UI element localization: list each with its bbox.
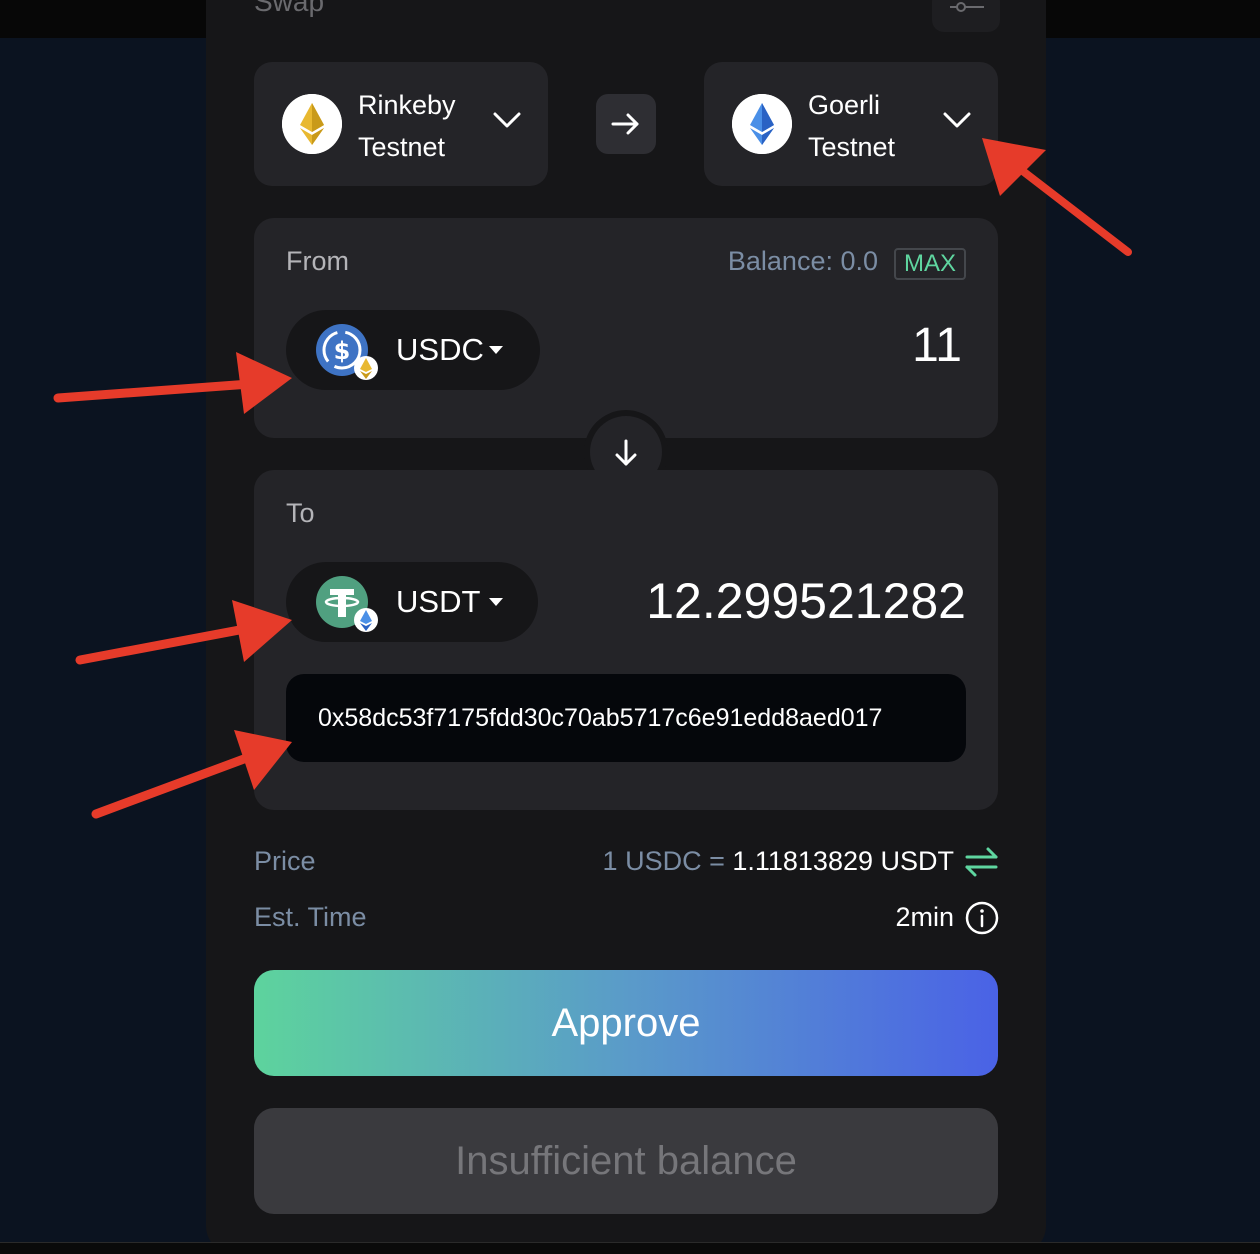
to-token-box: To USDT 12.299521282 0x58dc53f7175fdd30c… [254, 470, 998, 810]
balance-text: Balance: 0.0 [727, 246, 878, 276]
est-time-label: Est. Time [254, 902, 367, 932]
ethereum-gold-icon [282, 94, 342, 154]
from-token-selector[interactable]: $ USDC [286, 310, 540, 390]
price-prefix: 1 USDC = [602, 846, 733, 876]
to-token-symbol: USDT [396, 584, 481, 619]
from-token-box: From Balance: 0.0 MAX $ USDC 11 [254, 218, 998, 438]
est-time-value: 2min [895, 902, 954, 932]
insufficient-balance-button[interactable]: Insufficient balance [254, 1108, 998, 1214]
page-title: Swap [254, 0, 325, 17]
slider-knob-icon [956, 2, 966, 12]
max-button[interactable]: MAX [894, 248, 966, 280]
arrow-right-icon [611, 113, 639, 135]
ethereum-blue-icon [732, 94, 792, 154]
price-label: Price [254, 846, 316, 876]
price-value: 1 USDC = 1.11813829 USDT [603, 846, 954, 877]
page-bottom-edge [0, 1242, 1260, 1254]
from-chain-name-line2: Testnet [358, 132, 446, 162]
to-chain-selector[interactable]: Goerli Testnet [704, 62, 998, 186]
to-chain-name-line1: Goerli [808, 90, 881, 120]
usdt-icon [316, 576, 378, 632]
to-chain-name-line2: Testnet [808, 132, 896, 162]
from-chain-name-line1: Rinkeby [358, 90, 456, 120]
chevron-down-icon [493, 112, 521, 128]
caret-down-icon [489, 598, 503, 606]
approve-button[interactable]: Approve [254, 970, 998, 1076]
price-rate: 1.11813829 USDT [732, 846, 954, 876]
from-chain-selector[interactable]: Rinkeby Testnet [254, 62, 548, 186]
settings-button[interactable] [932, 0, 1000, 32]
usdc-icon: $ [316, 324, 378, 380]
arrow-down-icon [615, 439, 637, 466]
swap-rate-icon[interactable] [964, 846, 1000, 878]
from-chain-name: Rinkeby Testnet [358, 84, 488, 168]
caret-down-icon [489, 346, 503, 354]
switch-chain-button[interactable] [596, 94, 656, 154]
from-amount-input[interactable]: 11 [912, 318, 962, 373]
info-icon[interactable] [965, 901, 999, 935]
to-chain-name: Goerli Testnet [808, 84, 938, 168]
chevron-down-icon [943, 112, 971, 128]
svg-text:$: $ [334, 337, 351, 365]
from-token-symbol: USDC [396, 332, 484, 367]
to-token-selector[interactable]: USDT [286, 562, 538, 642]
from-label: From [286, 246, 349, 276]
to-label: To [286, 498, 315, 528]
to-amount: 12.299521282 [646, 573, 966, 629]
recipient-address-input[interactable]: 0x58dc53f7175fdd30c70ab5717c6e91edd8aed0… [286, 674, 966, 762]
